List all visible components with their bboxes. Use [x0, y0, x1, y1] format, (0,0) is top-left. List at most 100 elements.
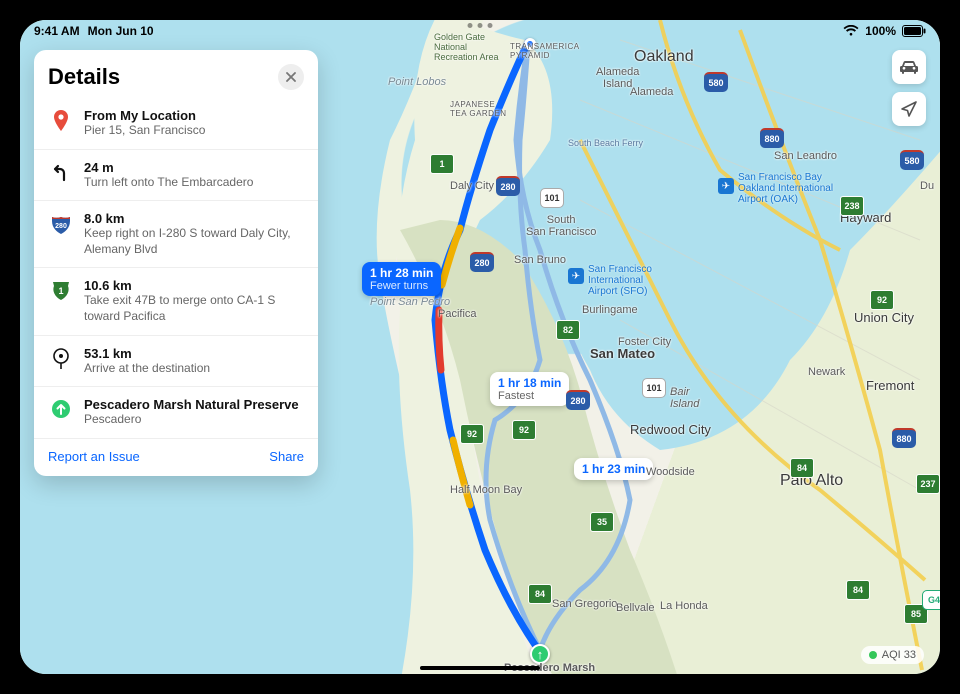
shield-ca92: 92 — [512, 420, 536, 440]
aqi-text: AQI 33 — [882, 649, 916, 661]
shield-i880: 880 — [892, 428, 916, 448]
sfo-label: San Francisco International Airport (SFO… — [588, 264, 652, 297]
aqi-dot-icon — [869, 651, 877, 659]
shield-i280: 280 — [496, 176, 520, 196]
aqi-badge[interactable]: AQI 33 — [861, 646, 924, 664]
oak-label: San Francisco Bay Oakland International … — [738, 172, 833, 205]
shield-g4: G4 — [922, 590, 940, 610]
svg-text:1: 1 — [58, 286, 63, 296]
shield-i880: 880 — [760, 128, 784, 148]
city-alameda-island: Alameda Island — [596, 66, 639, 90]
directions-list[interactable]: From My Location Pier 15, San Francisco … — [34, 98, 318, 438]
home-indicator[interactable] — [420, 666, 540, 670]
city-oakland: Oakland — [634, 48, 694, 66]
status-left: 9:41 AM Mon Jun 10 — [34, 24, 154, 38]
step-sub: Turn left onto The Embarcadero — [84, 175, 304, 191]
map-controls — [892, 50, 926, 126]
label-transam: TRANSAMERICA PYRAMID — [510, 42, 580, 60]
city-ssf: South San Francisco — [526, 214, 596, 238]
callout-sub: Fastest — [498, 390, 561, 402]
direction-step[interactable]: 53.1 km Arrive at the destination — [34, 335, 318, 387]
car-icon — [899, 59, 919, 75]
city-bellvale: Bellvale — [616, 602, 655, 614]
svg-text:280: 280 — [55, 223, 67, 230]
shield-ca92: 92 — [870, 290, 894, 310]
step-title: 10.6 km — [84, 278, 304, 293]
close-button[interactable] — [278, 64, 304, 90]
shield-i580: 580 — [900, 150, 924, 170]
city-halfmoon: Half Moon Bay — [450, 484, 522, 496]
city-sanbruno: San Bruno — [514, 254, 566, 266]
location-arrow-icon — [900, 100, 918, 118]
step-sub: Pier 15, San Francisco — [84, 123, 304, 139]
shield-ca238: 238 — [840, 196, 864, 216]
shield-ca84: 84 — [528, 584, 552, 604]
city-woodside: Woodside — [646, 466, 695, 478]
share-link[interactable]: Share — [269, 449, 304, 464]
shield-us101: 101 — [642, 378, 666, 398]
camera-dots — [468, 20, 493, 28]
turn-left-icon — [48, 160, 74, 191]
step-sub: Take exit 47B to merge onto CA-1 S towar… — [84, 293, 304, 324]
close-icon — [286, 72, 296, 82]
shield-ca84: 84 — [846, 580, 870, 600]
label-sbferry: South Beach Ferry — [568, 138, 643, 148]
direction-step[interactable]: 24 m Turn left onto The Embarcadero — [34, 149, 318, 201]
ca-route-shield-icon: 1 — [48, 278, 74, 324]
panel-header: Details — [34, 50, 318, 98]
shield-i280: 280 — [566, 390, 590, 410]
step-sub: Pescadero — [84, 412, 304, 428]
city-dublin: Du — [920, 180, 934, 192]
route-callout-alt2[interactable]: 1 hr 23 min — [574, 458, 653, 480]
city-newark: Newark — [808, 366, 845, 378]
shield-ca35: 35 — [590, 512, 614, 532]
shield-ca1: 1 — [430, 154, 454, 174]
city-unioncity: Union City — [854, 310, 914, 325]
city-lahonda: La Honda — [660, 600, 708, 612]
panel-footer: Report an Issue Share — [34, 438, 318, 476]
direction-step-origin[interactable]: From My Location Pier 15, San Francisco — [34, 98, 318, 149]
destination-icon — [48, 397, 74, 428]
city-burlingame: Burlingame — [582, 304, 638, 316]
oak-icon[interactable]: ✈ — [718, 178, 734, 194]
direction-step[interactable]: 1 10.6 km Take exit 47B to merge onto CA… — [34, 267, 318, 334]
direction-step-destination[interactable]: Pescadero Marsh Natural Preserve Pescade… — [34, 386, 318, 438]
sfo-icon[interactable]: ✈ — [568, 268, 584, 284]
step-title: Pescadero Marsh Natural Preserve — [84, 397, 304, 412]
label-sanpedro: Point San Pedro — [370, 296, 450, 308]
arrive-icon — [48, 346, 74, 377]
direction-step[interactable]: 280 8.0 km Keep right on I-280 S toward … — [34, 200, 318, 267]
city-sangregorio: San Gregorio — [552, 598, 617, 610]
shield-ca237: 237 — [916, 474, 940, 494]
route-callout-primary[interactable]: 1 hr 28 min Fewer turns — [362, 262, 441, 296]
route-callout-alt1[interactable]: 1 hr 18 min Fastest — [490, 372, 569, 406]
device-frame: 9:41 AM Mon Jun 10 100% — [0, 0, 960, 694]
status-time: 9:41 AM — [34, 24, 80, 38]
shield-us101: 101 — [540, 188, 564, 208]
status-right: 100% — [843, 24, 926, 38]
shield-ca84: 84 — [790, 458, 814, 478]
callout-time: 1 hr 23 min — [582, 462, 645, 476]
callout-time: 1 hr 28 min — [370, 266, 433, 280]
status-date: Mon Jun 10 — [88, 24, 154, 38]
step-title: From My Location — [84, 108, 304, 123]
shield-i580: 580 — [704, 72, 728, 92]
battery-pct: 100% — [865, 24, 896, 38]
shield-ca92: 92 — [460, 424, 484, 444]
locate-button[interactable] — [892, 92, 926, 126]
label-bair: Bair Island — [670, 386, 699, 410]
details-panel: Details From My Location Pier 15, San Fr… — [34, 50, 318, 476]
city-pacifica: Pacifica — [438, 308, 477, 320]
city-sanleandro: San Leandro — [774, 150, 837, 162]
label-ptlobos: Point Lobos — [388, 76, 446, 88]
wifi-icon — [843, 25, 859, 37]
step-title: 8.0 km — [84, 211, 304, 226]
shield-i280: 280 — [470, 252, 494, 272]
report-issue-link[interactable]: Report an Issue — [48, 449, 140, 464]
interstate-shield-icon: 280 — [48, 211, 74, 257]
city-fremont: Fremont — [866, 378, 914, 393]
origin-pin-icon — [48, 108, 74, 139]
driving-mode-button[interactable] — [892, 50, 926, 84]
panel-title: Details — [48, 64, 120, 90]
destination-pin[interactable]: ↑ — [530, 644, 550, 664]
